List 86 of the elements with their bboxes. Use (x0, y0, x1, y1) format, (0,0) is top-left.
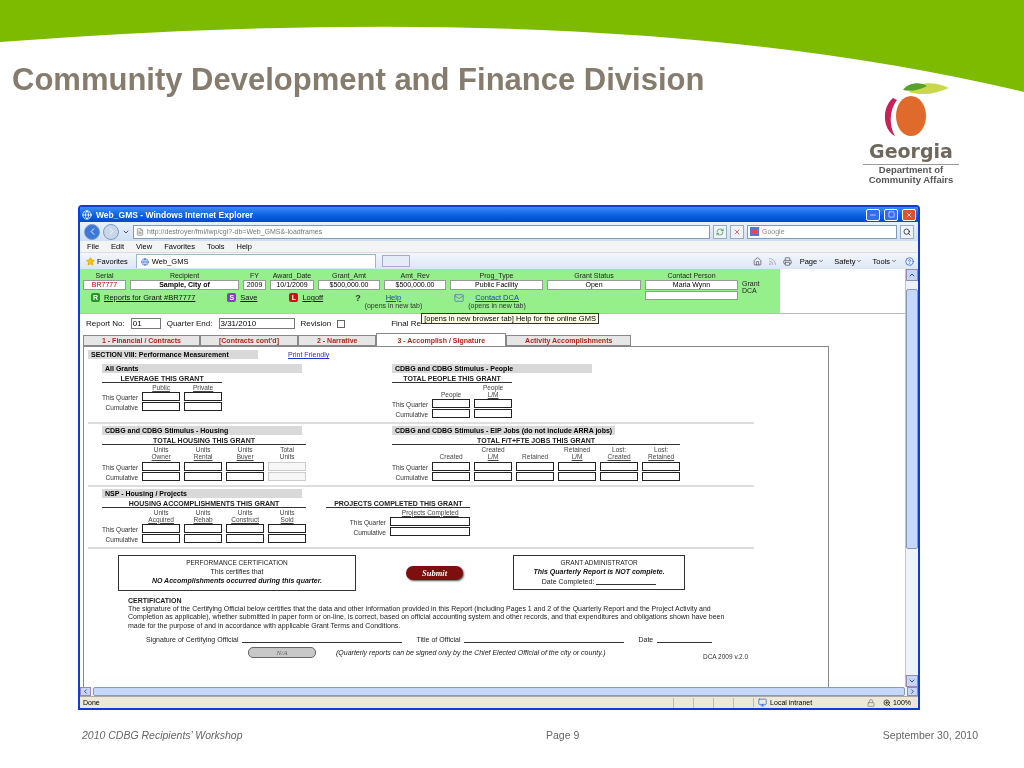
search-icon (903, 227, 911, 236)
input-field[interactable] (184, 402, 223, 412)
input-field[interactable] (558, 471, 597, 481)
scroll-up-icon (908, 271, 916, 279)
input-field[interactable] (600, 461, 639, 471)
input-field[interactable] (516, 461, 555, 471)
input-field[interactable] (226, 471, 265, 481)
input-field[interactable] (645, 291, 738, 300)
input-field[interactable] (432, 399, 471, 409)
lock-icon (867, 698, 876, 707)
close-icon (905, 210, 913, 219)
mail-icon (454, 293, 465, 303)
input-field[interactable] (184, 461, 223, 471)
search-engine-icon (750, 227, 759, 236)
help-mark: ? (355, 293, 361, 303)
field-label: Final Re (391, 319, 421, 328)
caret-icon (818, 258, 825, 264)
input-field[interactable] (184, 392, 223, 402)
print-icon[interactable] (782, 256, 792, 266)
caret-icon (891, 258, 897, 264)
input-field[interactable] (600, 471, 639, 481)
input-field[interactable] (142, 402, 181, 412)
maximize-icon (887, 211, 895, 218)
page-number: Page 9 (546, 729, 580, 741)
scroll-down-icon (908, 677, 916, 685)
input-field[interactable] (558, 461, 597, 471)
logo-subtitle: Department of (878, 165, 944, 176)
refresh-icon (716, 227, 724, 236)
input-field[interactable] (142, 461, 181, 471)
input-field[interactable] (432, 461, 471, 471)
close-button[interactable] (902, 208, 916, 221)
input-field[interactable] (226, 523, 265, 533)
input-field[interactable] (142, 533, 181, 543)
input-field[interactable] (474, 399, 513, 409)
back-button[interactable] (84, 223, 100, 240)
window-title: Web_GMS - Windows Internet Explorer (96, 209, 255, 220)
zoom-icon (883, 698, 892, 707)
scroll-right-icon (909, 688, 916, 695)
slide-title: Community Development and Finance Division (12, 62, 705, 98)
field-label: Report No: (86, 319, 125, 328)
caret-icon (856, 258, 863, 264)
home-icon[interactable] (752, 256, 762, 266)
submit-button[interactable]: Submit (406, 565, 464, 580)
stop-icon (733, 227, 741, 236)
checkbox[interactable] (337, 319, 346, 328)
input-field[interactable] (184, 533, 223, 543)
minimize-button[interactable] (866, 208, 880, 221)
input-field[interactable] (516, 471, 555, 481)
scroll-left-icon (82, 688, 89, 695)
input-field[interactable] (184, 523, 223, 533)
input-field[interactable]: 3/31/2010 (218, 318, 295, 329)
browser-icon (82, 209, 92, 220)
field-label: Quarter End: (166, 319, 213, 328)
input-field[interactable] (390, 526, 471, 536)
input-field[interactable] (474, 461, 513, 471)
input-field[interactable] (268, 523, 307, 533)
page-icon (136, 227, 144, 236)
help-icon[interactable] (905, 256, 914, 266)
vertical-scrollbar[interactable] (905, 269, 918, 687)
input-field[interactable] (474, 409, 513, 419)
logo-subtitle: Community Affairs (868, 175, 954, 186)
maximize-button[interactable] (884, 208, 898, 221)
star-icon (86, 256, 95, 266)
monitor-icon (758, 698, 768, 707)
footer-date: September 30, 2010 (882, 729, 978, 741)
input-field[interactable] (268, 533, 307, 543)
input-field[interactable]: 01 (130, 318, 161, 329)
search-button[interactable] (900, 224, 914, 239)
input-field[interactable] (642, 471, 681, 481)
input-field[interactable] (184, 471, 223, 481)
input-field[interactable] (226, 461, 265, 471)
globe-icon (140, 257, 149, 266)
input-field[interactable] (642, 461, 681, 471)
logo-wordmark: Georgia (863, 140, 959, 165)
input-field[interactable] (432, 409, 471, 419)
input-field[interactable] (432, 471, 471, 481)
input-field[interactable] (390, 516, 471, 526)
input-field[interactable] (142, 523, 181, 533)
footer-text: 2010 CDBG Recipients’ Workshop (82, 729, 243, 741)
input-field[interactable] (226, 533, 265, 543)
input-field[interactable] (142, 471, 181, 481)
field-label: Revision (300, 319, 332, 328)
input-field[interactable] (142, 392, 181, 402)
horizontal-scrollbar[interactable] (80, 687, 918, 696)
input-field[interactable] (474, 471, 513, 481)
stop-button[interactable] (730, 224, 744, 239)
